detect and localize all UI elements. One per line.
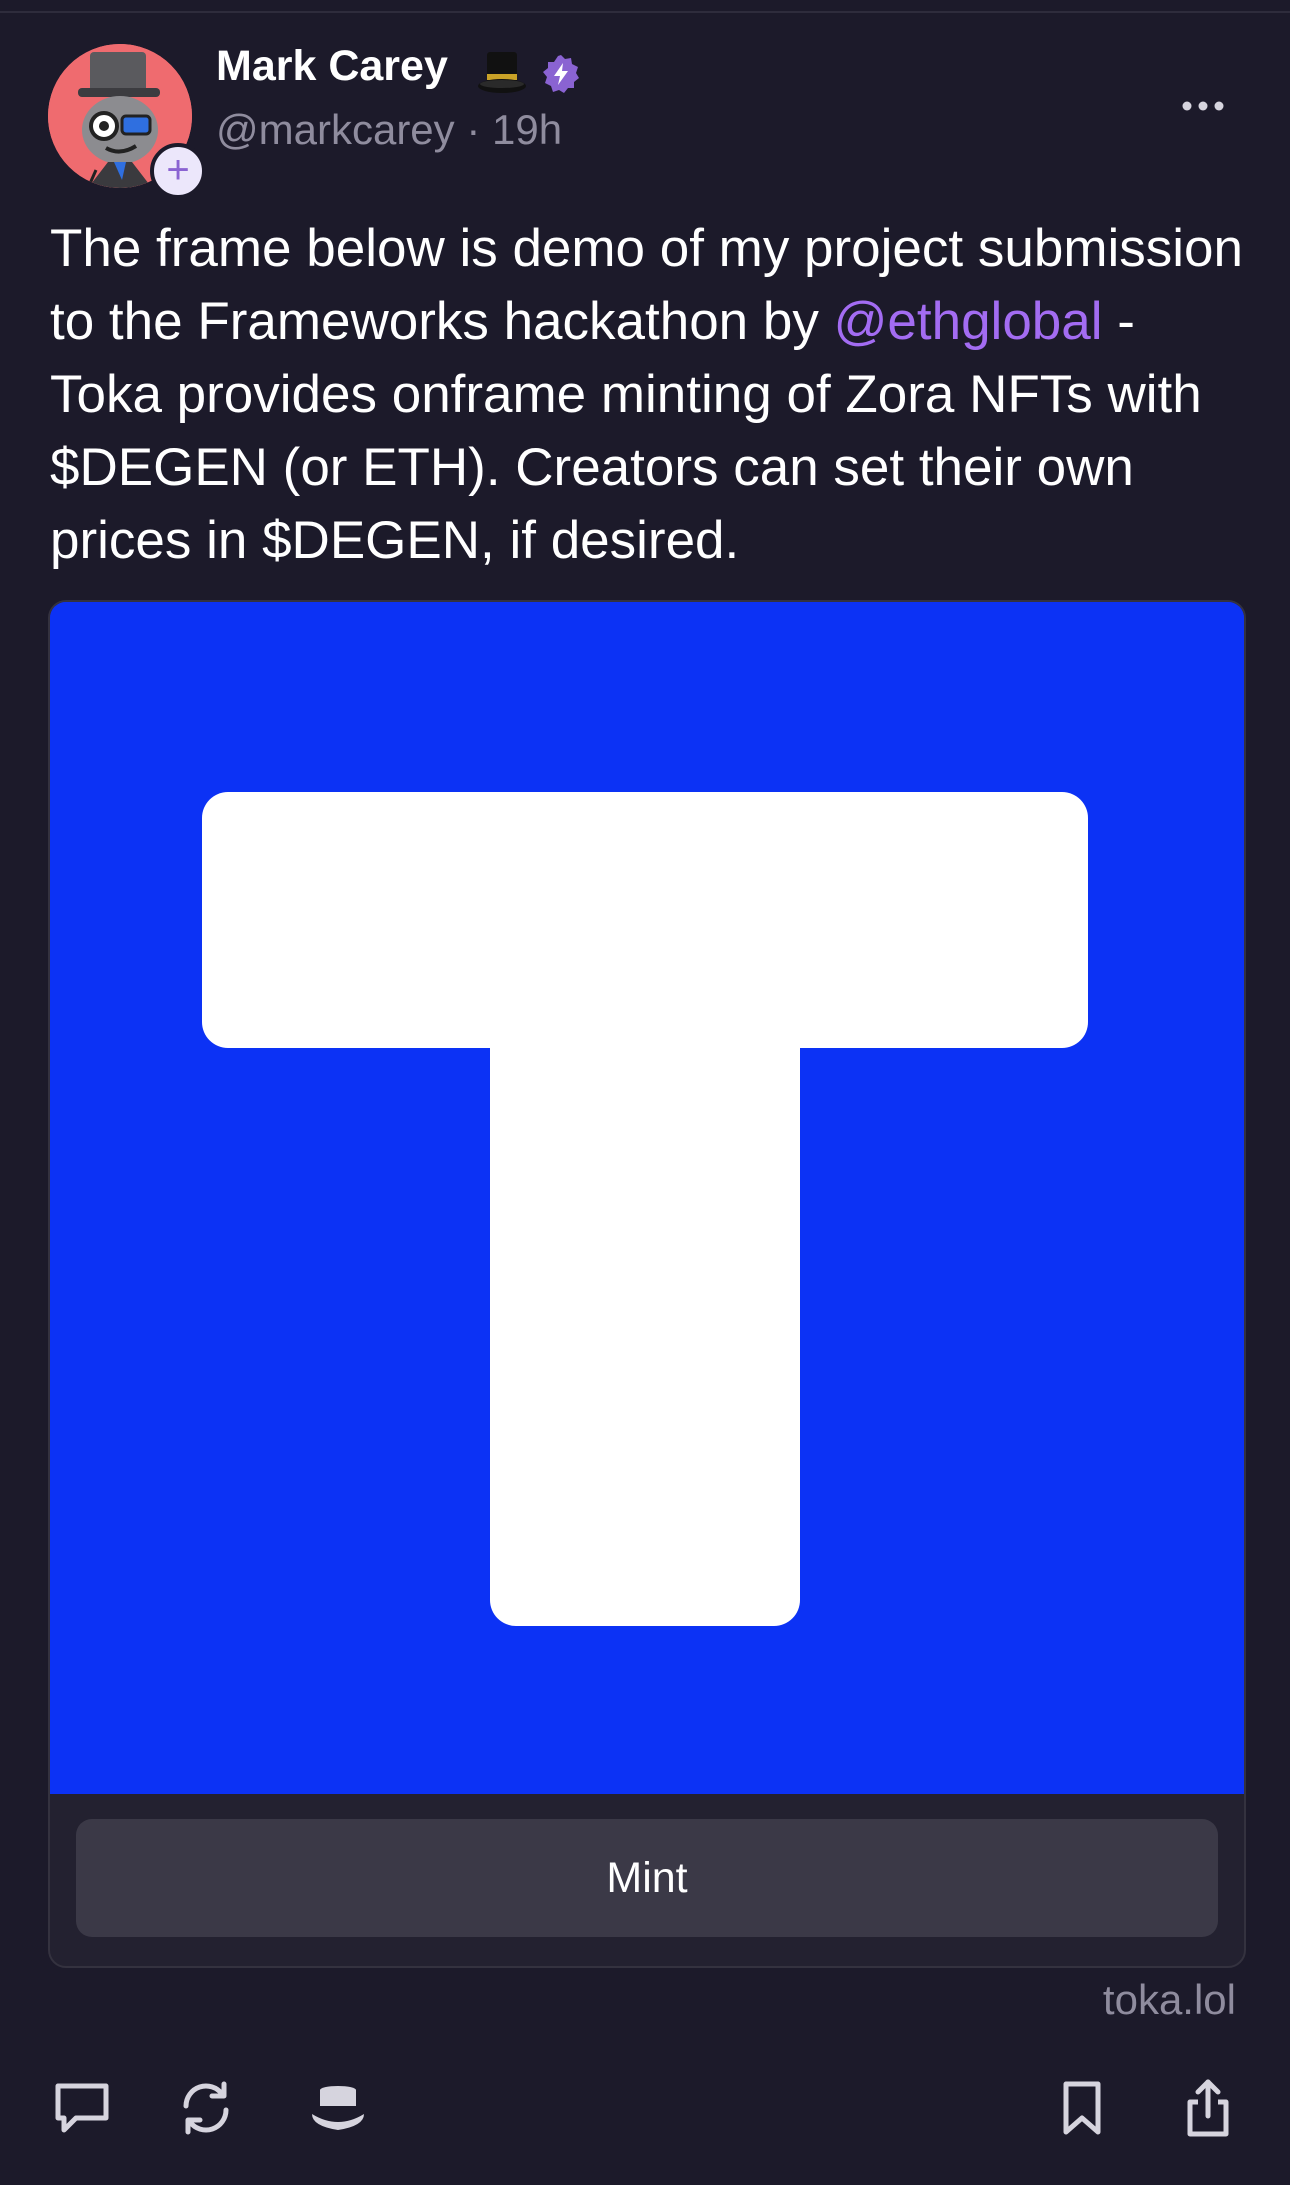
top-hat-icon xyxy=(478,52,526,93)
meta-separator: · xyxy=(466,106,481,153)
cast-post[interactable]: + Mark Carey @markcarey · 19h The frame … xyxy=(0,0,1290,2185)
share-icon xyxy=(1187,2079,1229,2137)
tip-button[interactable] xyxy=(306,2076,370,2140)
recast-button[interactable] xyxy=(174,2076,238,2140)
author-handle[interactable]: @markcarey xyxy=(216,106,455,153)
bookmark-icon xyxy=(1063,2081,1101,2135)
tip-hat-icon xyxy=(312,2086,364,2130)
power-badge-icon[interactable] xyxy=(541,54,581,94)
mention-link[interactable]: @ethglobal xyxy=(834,292,1103,351)
frame-embed: Mint xyxy=(48,600,1246,1968)
recast-icon xyxy=(183,2081,229,2135)
avatar-container[interactable]: + xyxy=(48,44,206,199)
reply-icon xyxy=(55,2083,109,2133)
share-button[interactable] xyxy=(1176,2076,1240,2140)
frame-domain-link[interactable]: toka.lol xyxy=(1103,1976,1236,2024)
follow-plus-icon[interactable]: + xyxy=(150,143,206,199)
author-meta: @markcarey · 19h xyxy=(216,106,562,154)
bookmark-button[interactable] xyxy=(1050,2076,1114,2140)
post-timestamp: 19h xyxy=(492,106,563,153)
toka-t-logo xyxy=(50,602,1244,1794)
more-options-icon[interactable] xyxy=(1180,96,1226,116)
post-text: The frame below is demo of my project su… xyxy=(50,212,1250,577)
frame-image[interactable] xyxy=(50,602,1244,1794)
reply-button[interactable] xyxy=(50,2076,114,2140)
author-display-name[interactable]: Mark Carey xyxy=(216,42,448,91)
mint-button[interactable]: Mint xyxy=(76,1819,1218,1937)
